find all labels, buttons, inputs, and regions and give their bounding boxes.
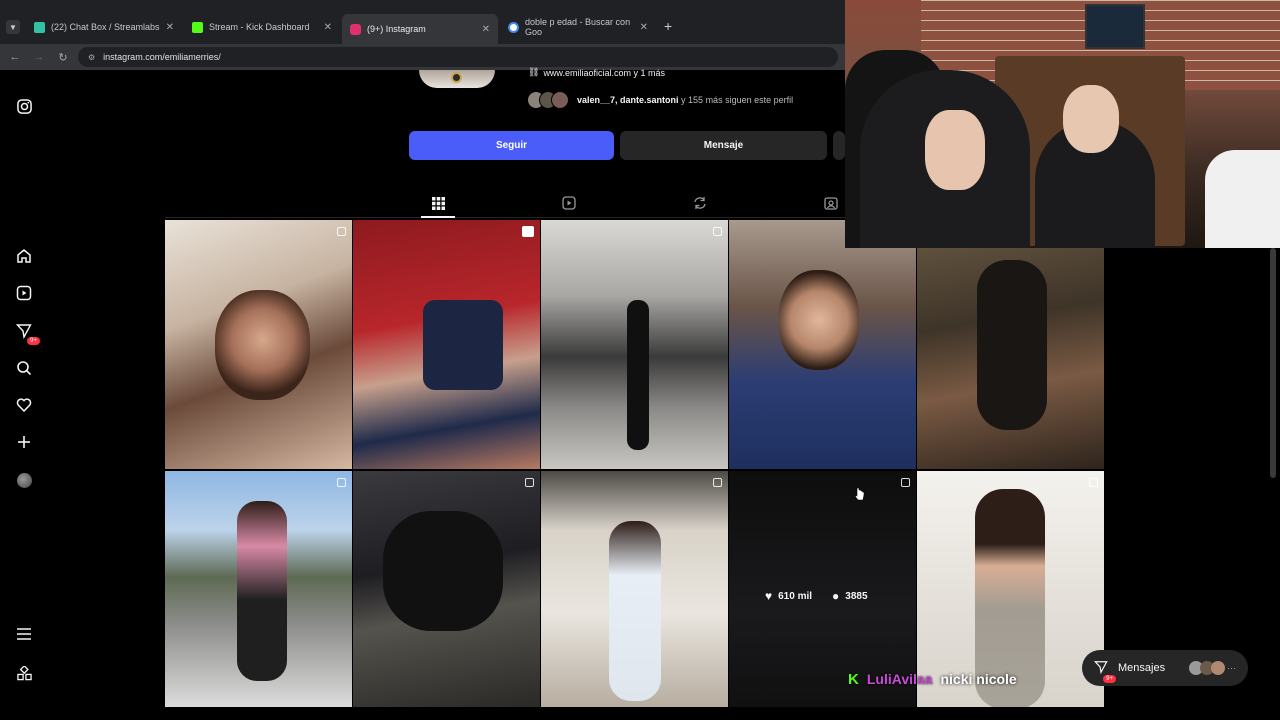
tab-label: (22) Chat Box / Streamlabs	[51, 22, 160, 32]
messages-bar[interactable]: 9+ Mensajes ···	[1082, 650, 1248, 686]
carousel-icon	[901, 478, 910, 487]
heart-icon: ♥	[765, 589, 773, 603]
close-icon[interactable]: ✕	[166, 22, 174, 33]
post-thumbnail[interactable]	[353, 220, 540, 469]
more-apps-icon[interactable]	[14, 663, 34, 683]
profile-link[interactable]: ⛓ www.emiliaoficial.com y 1 más	[528, 67, 665, 78]
suggested-button[interactable]	[833, 131, 845, 160]
profile-link-text: www.emiliaoficial.com y 1 más	[543, 67, 665, 78]
search-icon[interactable]	[14, 358, 34, 378]
post-thumbnail[interactable]	[165, 471, 352, 707]
post-thumbnail[interactable]	[541, 471, 728, 707]
avatar	[1211, 661, 1225, 675]
reload-icon[interactable]: ↻	[56, 51, 70, 64]
post-thumbnail[interactable]	[165, 220, 352, 469]
google-icon	[508, 21, 519, 33]
comments-count: 3885	[845, 590, 868, 602]
profile-avatar-icon[interactable]	[14, 470, 34, 490]
followed-by-users: valen__7, dante.santoni	[577, 95, 679, 105]
browser-tab-bar: ▼ (22) Chat Box / Streamlabs ✕ Stream - …	[0, 0, 845, 44]
followed-by[interactable]: valen__7, dante.santoni y 155 más siguen…	[527, 91, 793, 109]
posts-grid-icon[interactable]	[431, 196, 445, 210]
close-icon[interactable]: ✕	[640, 22, 648, 33]
tab-label: (9+) Instagram	[367, 24, 426, 34]
carousel-icon	[713, 478, 722, 487]
home-icon[interactable]	[14, 246, 34, 266]
messages-badge: 9+	[1103, 674, 1116, 683]
instagram-icon	[350, 23, 361, 35]
menu-icon[interactable]	[14, 624, 34, 644]
followed-by-rest: y 155 más siguen este perfil	[678, 95, 794, 105]
url-text: instagram.com/emiliamerries/	[103, 52, 221, 62]
streamlabs-icon	[34, 21, 45, 33]
reels-tab-icon[interactable]	[562, 196, 576, 210]
direct-messages-icon: 9+	[1093, 660, 1116, 683]
reels-icon[interactable]	[14, 283, 34, 303]
site-info-icon[interactable]: ⚙	[88, 53, 95, 62]
follow-button[interactable]: Seguir	[409, 131, 614, 160]
post-thumbnail[interactable]	[729, 220, 916, 469]
carousel-icon	[1089, 478, 1098, 487]
tab-search-button[interactable]: ▼	[6, 20, 20, 34]
post-thumbnail[interactable]	[917, 220, 1104, 469]
direct-messages-icon[interactable]: 9+	[14, 321, 40, 345]
message-button-label: Mensaje	[703, 140, 744, 151]
reel-icon	[522, 226, 534, 237]
post-stats: ♥ 610 mil ● 3885	[765, 589, 868, 603]
new-tab-button[interactable]: +	[664, 18, 672, 34]
kick-icon	[192, 21, 203, 33]
tab-label: doble p edad - Buscar con Goo	[525, 17, 631, 37]
instagram-logo-icon[interactable]	[14, 96, 34, 116]
carousel-icon	[337, 478, 346, 487]
kick-icon: K	[848, 670, 859, 688]
heart-icon[interactable]	[14, 395, 34, 415]
follow-button-label: Seguir	[495, 140, 528, 151]
browser-address-bar: ← → ↻ ⚙ instagram.com/emiliamerries/	[0, 44, 845, 70]
url-field[interactable]: ⚙ instagram.com/emiliamerries/	[78, 47, 838, 67]
carousel-icon	[713, 227, 722, 236]
mouse-pointer-icon	[855, 487, 865, 501]
close-icon[interactable]: ✕	[324, 22, 332, 33]
active-tab-indicator	[421, 216, 455, 218]
tab-streamlabs[interactable]: (22) Chat Box / Streamlabs ✕	[26, 14, 182, 40]
tagged-tab-icon[interactable]	[824, 196, 838, 210]
tab-google-search[interactable]: doble p edad - Buscar con Goo ✕	[500, 14, 656, 40]
chat-username: LuliAvilaa	[866, 671, 933, 687]
message-button[interactable]: Mensaje	[620, 131, 827, 160]
more-icon: ···	[1227, 663, 1236, 673]
comment-icon: ●	[832, 589, 840, 603]
carousel-icon	[337, 227, 346, 236]
create-plus-icon[interactable]	[14, 432, 34, 452]
tab-instagram[interactable]: (9+) Instagram ✕	[342, 14, 498, 44]
notification-badge: 9+	[27, 337, 40, 345]
post-thumbnail[interactable]	[541, 220, 728, 469]
page-scrollbar[interactable]	[1270, 248, 1276, 478]
post-thumbnail[interactable]	[353, 471, 540, 707]
tab-label: Stream - Kick Dashboard	[209, 22, 310, 32]
messages-label: Mensajes	[1118, 662, 1166, 674]
tabs-divider	[165, 217, 845, 218]
follower-avatar	[551, 91, 569, 109]
webcam-feed	[845, 0, 1280, 248]
close-icon[interactable]: ✕	[482, 24, 490, 35]
likes-count: 610 mil	[778, 590, 813, 602]
tab-kick-dashboard[interactable]: Stream - Kick Dashboard ✕	[184, 14, 340, 40]
profile-avatar[interactable]	[419, 70, 495, 88]
back-arrow-icon[interactable]: ←	[8, 51, 22, 63]
carousel-icon	[525, 478, 534, 487]
link-icon: ⛓	[528, 67, 540, 77]
forward-arrow-icon[interactable]: →	[32, 51, 46, 63]
chat-message: nicki nicole	[940, 671, 1017, 687]
stream-chat-overlay: K LuliAvilaa nicki nicole	[848, 669, 1017, 689]
reposts-tab-icon[interactable]	[693, 196, 707, 210]
